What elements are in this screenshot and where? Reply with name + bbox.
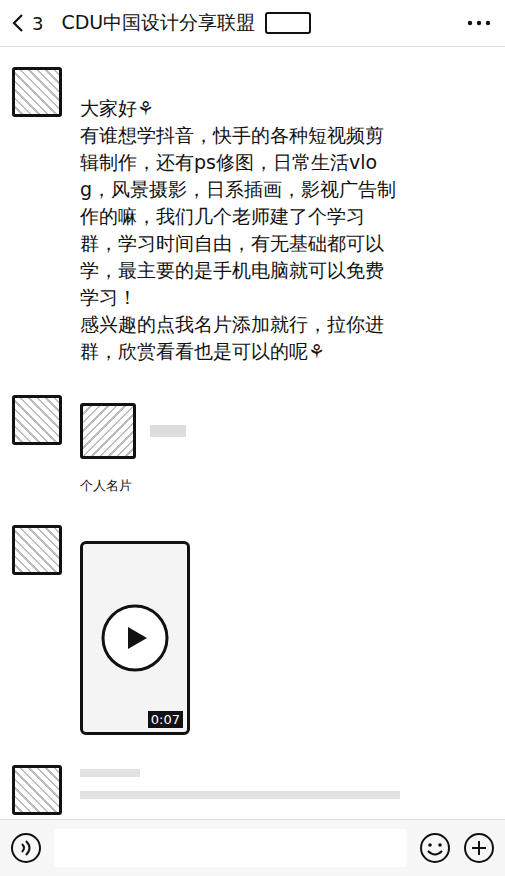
- message-row: [0, 765, 505, 815]
- header-bar: 3 CDU中国设计分享联盟: [0, 0, 505, 47]
- message-paragraph: 感兴趣的点我名片添加就行，拉你进群，欣赏看看也是可以的呢⚘: [80, 311, 402, 365]
- message-row: 大家好⚘有谁想学抖音，快手的各种短视频剪辑制作，还有ps修图，日常生活vlog，…: [0, 67, 505, 365]
- video-duration: 0:07: [148, 711, 183, 728]
- avatar-image[interactable]: [12, 395, 62, 445]
- redacted-line: [80, 791, 400, 799]
- more-button[interactable]: [467, 20, 491, 26]
- plus-icon[interactable]: [463, 832, 495, 864]
- chat-screen: 3 CDU中国设计分享联盟大家好⚘有谁想学抖音，快手的各种短视频剪辑制作，还有ps…: [0, 0, 505, 876]
- card-avatar-image: [80, 403, 136, 459]
- message-paragraph: 大家好⚘: [80, 95, 402, 122]
- play-icon: [100, 603, 170, 673]
- unread-count: 3: [32, 13, 43, 34]
- avatar-image[interactable]: [12, 67, 62, 117]
- redacted-line: [80, 769, 140, 777]
- more-dots-icon: [467, 20, 491, 26]
- text-message: 大家好⚘有谁想学抖音，快手的各种短视频剪辑制作，还有ps修图，日常生活vlog，…: [80, 67, 402, 365]
- card-label: 个人名片: [80, 477, 186, 495]
- chat-title: CDU中国设计分享联盟: [61, 10, 255, 36]
- back-button[interactable]: 3: [12, 13, 43, 34]
- contact-card[interactable]: 个人名片: [80, 395, 186, 495]
- card-body: [80, 403, 186, 459]
- video-message[interactable]: 0:07: [80, 541, 190, 735]
- redacted-message: [80, 765, 400, 799]
- message-list: 大家好⚘有谁想学抖音，快手的各种短视频剪辑制作，还有ps修图，日常生活vlog，…: [0, 47, 505, 819]
- avatar-image[interactable]: [12, 525, 62, 575]
- redacted-name: [150, 425, 186, 437]
- input-bar: [0, 819, 505, 876]
- redacted-member-count: [265, 12, 311, 34]
- avatar-image[interactable]: [12, 765, 62, 815]
- message-row: 0:07: [0, 525, 505, 735]
- voice-icon[interactable]: [10, 832, 42, 864]
- message-row: 个人名片: [0, 395, 505, 495]
- back-chevron-icon: [12, 13, 24, 33]
- message-paragraph: 有谁想学抖音，快手的各种短视频剪辑制作，还有ps修图，日常生活vlog，风景摄影…: [80, 122, 402, 311]
- emoji-icon[interactable]: [419, 832, 451, 864]
- title-area: CDU中国设计分享联盟: [53, 10, 457, 36]
- message-input[interactable]: [54, 829, 407, 867]
